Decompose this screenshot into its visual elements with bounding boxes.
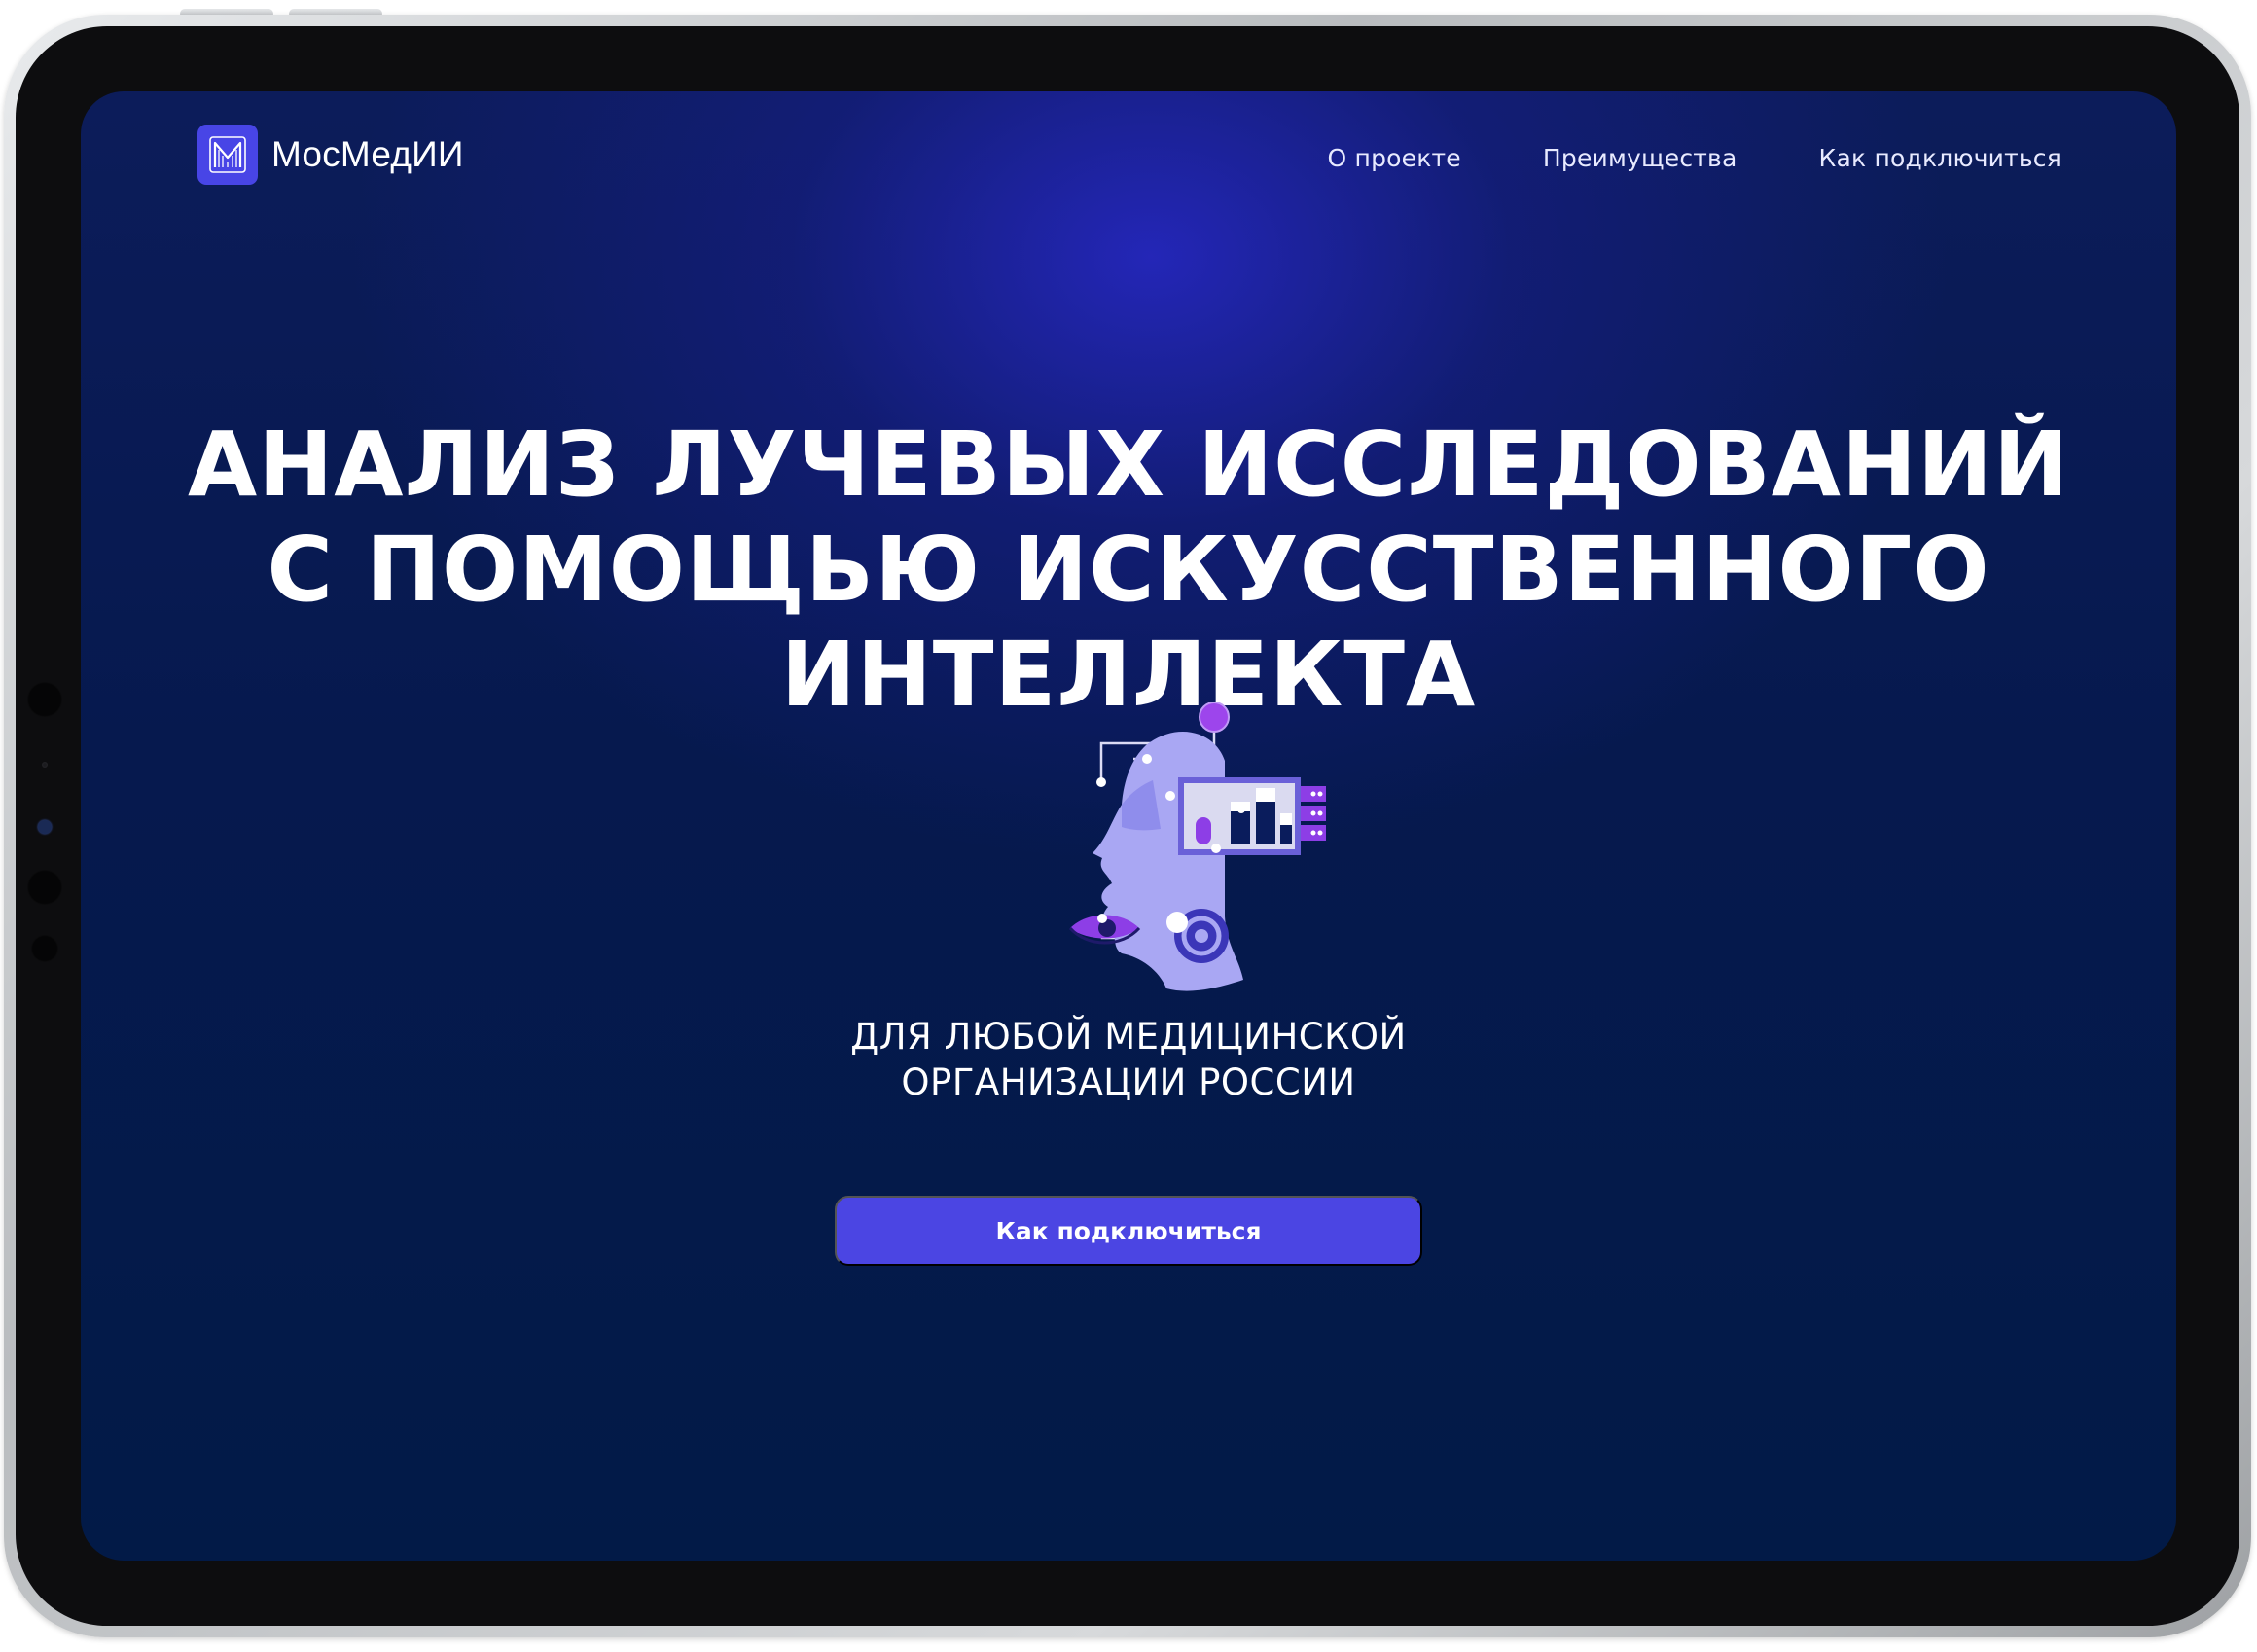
proximity-sensor-icon <box>31 935 58 962</box>
hero-subtitle: ДЛЯ ЛЮБОЙ МЕДИЦИНСКОЙ ОРГАНИЗАЦИИ РОССИИ <box>81 1014 2176 1105</box>
hero-title: АНАЛИЗ ЛУЧЕВЫХ ИССЛЕДОВАНИЙ С ПОМОЩЬЮ ИС… <box>81 413 2176 728</box>
hero-subtitle-line: ДЛЯ ЛЮБОЙ МЕДИЦИНСКОЙ <box>850 1016 1407 1058</box>
top-nav: О проекте Преимущества Как подключиться <box>1246 144 2061 172</box>
face-sensor-icon <box>27 870 62 905</box>
hero-subtitle-line: ОРГАНИЗАЦИИ РОССИИ <box>901 1061 1356 1103</box>
how-to-connect-button[interactable]: Как подключиться <box>835 1196 1422 1266</box>
website-screen: МосМедИИ О проекте Преимущества Как подк… <box>81 91 2176 1561</box>
m-monogram-icon <box>197 125 258 185</box>
device-mockup: МосМедИИ О проекте Преимущества Как подк… <box>0 0 2257 1652</box>
light-sensor-icon <box>42 762 48 768</box>
hero-title-line: С ПОМОЩЬЮ ИСКУССТВЕННОГО <box>267 518 1990 622</box>
logo[interactable]: МосМедИИ <box>197 125 464 185</box>
camera-sensor-icon <box>27 682 62 717</box>
hero-title-line: АНАЛИЗ ЛУЧЕВЫХ ИССЛЕДОВАНИЙ <box>188 413 2069 517</box>
ai-head-illustration <box>1068 702 1326 991</box>
nav-item-about[interactable]: О проекте <box>1328 144 1461 172</box>
nav-item-advantages[interactable]: Преимущества <box>1543 144 1738 172</box>
front-camera-icon <box>38 820 52 834</box>
nav-item-how-to-connect[interactable]: Как подключиться <box>1819 144 2061 172</box>
logo-text: МосМедИИ <box>271 134 464 174</box>
